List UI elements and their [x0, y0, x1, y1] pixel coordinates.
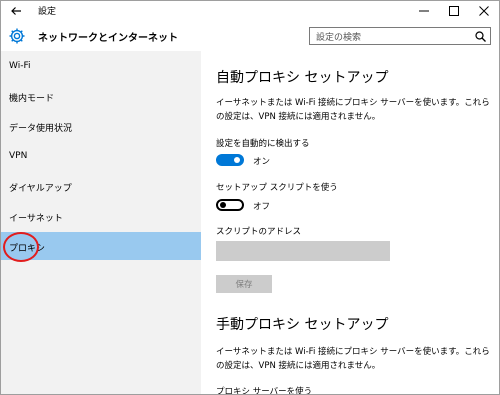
script-address-field[interactable]	[216, 241, 390, 261]
sidebar-item-data-usage[interactable]: データ使用状況	[1, 113, 201, 141]
maximize-icon	[449, 6, 459, 16]
sidebar-item-label: 機内モード	[9, 94, 55, 104]
sidebar-item-label: VPN	[9, 151, 28, 161]
detect-settings-label: 設定を自動的に検出する	[216, 139, 310, 149]
sidebar-item-wifi[interactable]: Wi-Fi	[1, 53, 201, 81]
minimize-icon	[419, 10, 429, 12]
maximize-button[interactable]	[439, 1, 469, 21]
save-button[interactable]: 保存	[216, 275, 272, 293]
back-arrow-icon	[11, 7, 21, 15]
toggle-knob	[234, 157, 240, 163]
manual-proxy-heading: 手動プロキシ セットアップ	[216, 317, 389, 333]
title-bar: 設定	[1, 1, 499, 21]
sidebar-item-vpn[interactable]: VPN	[1, 143, 201, 171]
search-icon[interactable]	[475, 31, 486, 42]
page-title: ネットワークとインターネット	[38, 33, 178, 44]
main-content: 自動プロキシ セットアップ イーサネットまたは Wi-Fi 接続にプロキシ サー…	[201, 51, 499, 395]
settings-window: 設定 ネットワークとインターネット 設定の検索 Wi-Fi 機内モード データ使…	[0, 0, 500, 395]
auto-proxy-description: イーサネットまたは Wi-Fi 接続にプロキシ サーバーを使います。これらの設定…	[216, 98, 490, 122]
auto-proxy-heading: 自動プロキシ セットアップ	[216, 70, 389, 86]
sidebar-item-airplane-mode[interactable]: 機内モード	[1, 83, 201, 111]
settings-header: ネットワークとインターネット 設定の検索	[1, 21, 499, 51]
sidebar-item-dial-up[interactable]: ダイヤルアップ	[1, 173, 201, 201]
setup-script-label: セットアップ スクリプトを使う	[216, 183, 338, 193]
sidebar-item-ethernet[interactable]: イーサネット	[1, 203, 201, 231]
script-address-label: スクリプトのアドレス	[216, 227, 302, 237]
detect-settings-state: オン	[253, 157, 271, 167]
gear-icon	[9, 28, 25, 44]
search-placeholder: 設定の検索	[316, 33, 362, 43]
sidebar-item-label: Wi-Fi	[9, 61, 31, 71]
back-button[interactable]	[1, 1, 31, 21]
setup-script-state: オフ	[253, 202, 271, 212]
detect-settings-toggle[interactable]	[216, 154, 244, 166]
setup-script-toggle[interactable]	[216, 199, 244, 211]
minimize-button[interactable]	[409, 1, 439, 21]
sidebar-item-label: データ使用状況	[9, 124, 73, 134]
toggle-knob	[220, 202, 226, 208]
close-button[interactable]	[469, 1, 499, 21]
manual-proxy-description: イーサネットまたは Wi-Fi 接続にプロキシ サーバーを使います。これらの設定…	[216, 347, 490, 371]
sidebar-item-label: イーサネット	[9, 214, 63, 224]
search-input[interactable]: 設定の検索	[309, 27, 491, 45]
sidebar: Wi-Fi 機内モード データ使用状況 VPN ダイヤルアップ イーサネット プ…	[1, 51, 201, 394]
sidebar-item-label: ダイヤルアップ	[9, 184, 72, 194]
window-title: 設定	[38, 7, 57, 17]
annotation-highlight-circle	[3, 232, 39, 262]
use-proxy-server-label: プロキシ サーバーを使う	[216, 387, 313, 395]
close-icon	[479, 6, 489, 16]
